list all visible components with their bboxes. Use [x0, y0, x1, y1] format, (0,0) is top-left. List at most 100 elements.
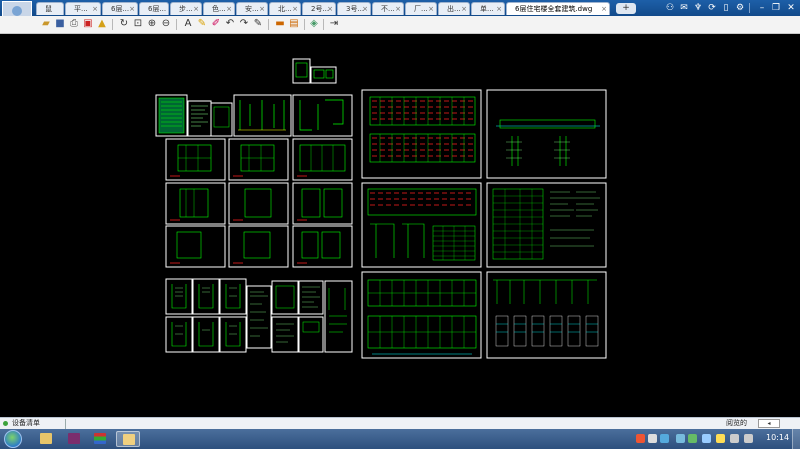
tab-file-1[interactable]: 鼠: [36, 2, 64, 15]
layout-tab[interactable]: 设备清单: [12, 418, 40, 429]
drawing-canvas[interactable]: [0, 34, 800, 417]
edit-icon[interactable]: ✎: [252, 18, 264, 30]
tab-file-8[interactable]: 北... ×: [269, 2, 301, 15]
tab-label: 安...: [245, 5, 259, 13]
antivirus-icon[interactable]: [688, 434, 697, 443]
new-tab-button[interactable]: +: [616, 3, 636, 14]
status-indicator: [3, 421, 8, 426]
tab-file-4[interactable]: 6层...: [139, 2, 169, 15]
tab-label: 6层...: [111, 5, 130, 13]
taskbar-books[interactable]: [88, 431, 112, 447]
monitor-icon[interactable]: [702, 434, 711, 443]
redo-icon[interactable]: ↷: [238, 18, 250, 30]
zoom-window-icon[interactable]: ⊡: [132, 18, 144, 30]
restore-icon[interactable]: ❐: [771, 3, 781, 13]
moon-icon[interactable]: [648, 434, 657, 443]
divider: [112, 19, 113, 30]
panel-toggle-button[interactable]: ◂: [758, 419, 780, 428]
export-icon[interactable]: ⇥: [328, 18, 340, 30]
eraser-icon[interactable]: ✐: [210, 18, 222, 30]
show-desktop-button[interactable]: [792, 429, 800, 449]
undo-icon[interactable]: ↶: [224, 18, 236, 30]
flag-icon[interactable]: [716, 434, 725, 443]
tab-label: 出...: [447, 5, 461, 13]
divider: [268, 19, 269, 30]
network-icon[interactable]: [730, 434, 739, 443]
close-icon[interactable]: ×: [601, 3, 607, 15]
close-icon[interactable]: ×: [129, 3, 135, 15]
folder-icon: [40, 433, 52, 444]
close-icon[interactable]: ×: [461, 3, 467, 15]
comment-icon[interactable]: ✉: [679, 3, 689, 13]
sheet-detail-a: [233, 94, 292, 137]
sheet-small-a: [292, 58, 311, 84]
taskbar-cad-viewer[interactable]: [116, 431, 140, 447]
volume-icon[interactable]: [744, 434, 753, 443]
shirt-icon[interactable]: ♆: [693, 3, 703, 13]
close-icon[interactable]: ×: [92, 3, 98, 15]
input-method-icon[interactable]: [636, 434, 645, 443]
books-icon: [94, 433, 106, 444]
tab-file-6[interactable]: 色... ×: [203, 2, 235, 15]
clock[interactable]: 10:14: [766, 433, 789, 442]
tab-file-7[interactable]: 安... ×: [236, 2, 268, 15]
floor-plan-sheets: [165, 138, 353, 268]
tab-label: 步...: [179, 5, 193, 13]
tab-file-5[interactable]: 步... ×: [170, 2, 202, 15]
zoom-out-icon[interactable]: ⊖: [160, 18, 172, 30]
close-icon[interactable]: ×: [362, 3, 368, 15]
tab-file-11[interactable]: 不... ×: [372, 2, 404, 15]
start-button[interactable]: [4, 430, 22, 448]
tab-bar: 鼠 平... × 6层... × 6层... 步... × 色... × 安... × 北…: [0, 0, 800, 31]
tab-file-13[interactable]: 出... ×: [438, 2, 470, 15]
close-icon[interactable]: ×: [193, 3, 199, 15]
print-icon[interactable]: ⎙: [68, 18, 80, 30]
divider: [323, 19, 324, 30]
close-icon[interactable]: ✕: [786, 3, 796, 13]
close-icon[interactable]: ×: [327, 3, 333, 15]
minimize-icon[interactable]: –: [757, 3, 767, 13]
plus-icon: +: [622, 3, 630, 13]
zoom-in-icon[interactable]: ⊕: [146, 18, 158, 30]
measure-icon[interactable]: ▬: [274, 18, 286, 30]
tab-label: 厂...: [414, 5, 428, 13]
tab-label: 平...: [74, 5, 88, 13]
close-icon[interactable]: ×: [259, 3, 265, 15]
section-sheet-1: [486, 89, 607, 179]
pen-icon[interactable]: ✎: [196, 18, 208, 30]
tab-file-3[interactable]: 6层... ×: [102, 2, 138, 15]
tab-file-10[interactable]: 3号... ×: [337, 2, 371, 15]
text-icon[interactable]: A: [182, 18, 194, 30]
close-icon[interactable]: ×: [496, 3, 502, 15]
tab-file-2[interactable]: 平... ×: [65, 2, 101, 15]
phone-icon[interactable]: ▯: [721, 3, 731, 13]
network-tray-icon[interactable]: [676, 434, 685, 443]
schedule-sheet: [486, 182, 607, 268]
area-icon[interactable]: ▤: [288, 18, 300, 30]
media-icon: [68, 433, 80, 444]
settings-icon[interactable]: ⚙: [735, 3, 745, 13]
close-icon[interactable]: ×: [395, 3, 401, 15]
help-icon[interactable]: [660, 434, 669, 443]
rotate-icon[interactable]: ↻: [118, 18, 130, 30]
refresh-icon[interactable]: ⟳: [707, 3, 717, 13]
layers-icon[interactable]: ◈: [308, 18, 320, 30]
view-mode-label[interactable]: 阅览的: [726, 418, 747, 429]
close-icon[interactable]: ×: [428, 3, 434, 15]
pdf-icon[interactable]: ▣: [82, 18, 94, 30]
divider: [65, 419, 66, 429]
users-icon[interactable]: ⚇: [665, 3, 675, 13]
close-icon[interactable]: ×: [226, 3, 232, 15]
close-icon[interactable]: ×: [292, 3, 298, 15]
tab-file-14[interactable]: 单... ×: [471, 2, 505, 15]
tab-file-12[interactable]: 厂... ×: [405, 2, 437, 15]
tab-file-9[interactable]: 2号... ×: [302, 2, 336, 15]
save-icon[interactable]: ■: [54, 18, 66, 30]
tab-active-drawing[interactable]: 6层住宅楼全套建筑.dwg ×: [506, 2, 610, 15]
open-icon[interactable]: ▰: [40, 18, 52, 30]
taskbar-explorer[interactable]: [34, 431, 58, 447]
sheet-notes-2: [187, 100, 212, 137]
tab-label: 不...: [381, 5, 395, 13]
taskbar-media[interactable]: [62, 431, 86, 447]
lock-icon[interactable]: ▲: [96, 18, 108, 30]
